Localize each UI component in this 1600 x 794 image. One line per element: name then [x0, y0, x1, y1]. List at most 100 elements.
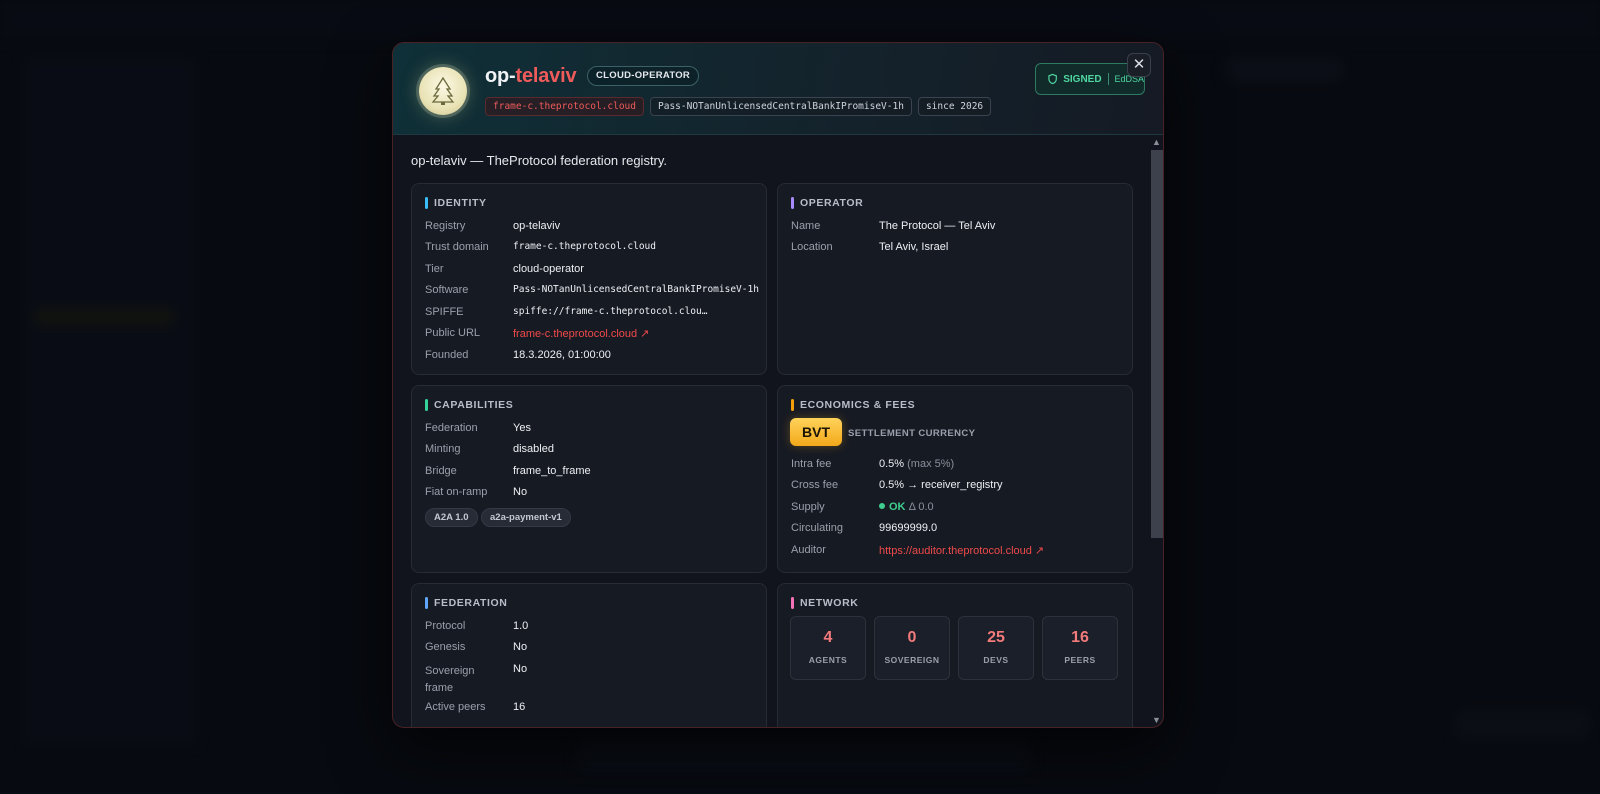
tree-icon — [431, 76, 455, 105]
scroll-down-arrow-icon[interactable]: ▼ — [1152, 715, 1161, 725]
signed-label: SIGNED — [1063, 73, 1102, 85]
row-label: Fiat on-ramp — [425, 486, 488, 498]
identity-row-founded: Founded 18.3.2026, 01:00:00 — [425, 349, 611, 361]
scrollbar-thumb[interactable] — [1151, 150, 1163, 538]
row-value: op-telaviv — [513, 220, 561, 232]
scroll-up-arrow-icon[interactable]: ▲ — [1152, 137, 1161, 147]
row-value: spiffe://frame-c.theprotocol.clou… — [513, 306, 708, 317]
row-label: Auditor — [791, 544, 826, 556]
federation-card: FEDERATION Protocol 1.0 Genesis No Soverei… — [411, 583, 767, 727]
status-dot-icon — [879, 503, 885, 509]
registry-modal: op-telaviv CLOUD-OPERATOR frame-c.thepro… — [392, 42, 1164, 728]
row-value: 16 — [513, 701, 526, 713]
title-suffix: telaviv — [515, 65, 577, 87]
stat-value: 25 — [987, 629, 1005, 646]
operator-row-name: Name The Protocol — Tel Aviv — [791, 220, 995, 232]
stat-value: 0 — [907, 629, 917, 646]
capabilities-row-bridge: Bridge frame_to_frame — [425, 465, 591, 477]
row-label: Tier — [425, 263, 444, 275]
row-value: disabled — [513, 443, 554, 455]
capability-tag: a2a-payment-v1 — [481, 508, 571, 527]
row-label: Bridge — [425, 465, 457, 477]
network-heading: NETWORK — [791, 597, 858, 609]
row-label: Trust domain — [425, 241, 489, 253]
registry-avatar — [419, 67, 467, 115]
identity-row-registry: Registry op-telaviv — [425, 220, 560, 232]
since-chip: since 2026 — [917, 97, 992, 116]
row-label: Supply — [791, 501, 825, 513]
capabilities-row-fiat: Fiat on-ramp No — [425, 486, 527, 498]
stat-agents: 4 AGENTS — [790, 616, 866, 680]
close-icon: ✕ — [1132, 56, 1146, 73]
operator-card: OPERATOR Name The Protocol — Tel Aviv Loc… — [777, 183, 1133, 375]
row-label: Software — [425, 284, 469, 296]
economics-row-auditor: Auditor https://auditor.theprotocol.cloud… — [791, 544, 1044, 557]
row-label: Active peers — [425, 701, 486, 713]
close-button[interactable]: ✕ — [1127, 53, 1151, 77]
economics-row-supply: Supply OK Δ 0.0 — [791, 501, 934, 513]
row-value: Tel Aviv, Israel — [879, 241, 949, 253]
economics-heading: ECONOMICS & FEES — [791, 399, 915, 411]
row-value: No — [513, 641, 528, 653]
economics-row-cross: Cross fee 0.5% → receiver_registry — [791, 479, 1003, 491]
title-prefix: op- — [485, 65, 516, 87]
capabilities-heading: CAPABILITIES — [425, 399, 513, 411]
identity-row-public-url: Public URL frame-c.theprotocol.cloud ↗ — [425, 327, 649, 340]
stat-label: DEVS — [983, 655, 1009, 665]
row-label: Location — [791, 241, 833, 253]
operator-heading: OPERATOR — [791, 197, 863, 209]
registry-description: op-telaviv — TheProtocol federation regi… — [411, 153, 668, 168]
identity-card: IDENTITY Registry op-telaviv Trust domain… — [411, 183, 767, 375]
stat-label: PEERS — [1064, 655, 1096, 665]
network-card: NETWORK 4 AGENTS 0 SOVEREIGN 25 DEVS 16 PEER… — [777, 583, 1133, 727]
registry-title: op-telaviv — [485, 65, 577, 88]
auditor-link[interactable]: https://auditor.theprotocol.cloud ↗ — [879, 544, 1044, 557]
row-label: Sovereign frame — [425, 665, 475, 694]
capability-tag: A2A 1.0 — [425, 508, 478, 527]
supply-delta: Δ 0.0 — [908, 501, 934, 513]
row-label: Registry — [425, 220, 466, 232]
software-chip: Pass-NOTanUnlicensedCentralBankIPromiseV… — [650, 97, 912, 116]
identity-row-spiffe: SPIFFE spiffe://frame-c.theprotocol.clou… — [425, 306, 707, 318]
cross-fee-value: 0.5% → receiver_registry — [879, 479, 1003, 491]
federation-row-protocol: Protocol 1.0 — [425, 620, 528, 632]
row-label: SPIFFE — [425, 306, 464, 318]
identity-row-tier: Tier cloud-operator — [425, 263, 584, 275]
row-value: No — [513, 663, 528, 675]
economics-row-intra: Intra fee 0.5% (max 5%) — [791, 458, 954, 470]
shield-icon — [1048, 73, 1057, 85]
row-value: Yes — [513, 422, 531, 434]
row-label: Circulating — [791, 522, 843, 534]
stat-sovereign: 0 SOVEREIGN — [874, 616, 950, 680]
circulating-value: 99699999.0 — [879, 522, 938, 534]
stat-label: SOVEREIGN — [884, 655, 940, 665]
row-value: 18.3.2026, 01:00:00 — [513, 349, 611, 361]
supply-status: OK — [889, 501, 906, 513]
public-url-link[interactable]: frame-c.theprotocol.cloud ↗ — [513, 327, 649, 340]
economics-card: ECONOMICS & FEES BVT SETTLEMENT CURRENCY… — [777, 385, 1133, 573]
capabilities-row-minting: Minting disabled — [425, 443, 554, 455]
row-value: Pass-NOTanUnlicensedCentralBankIPromiseV… — [513, 284, 759, 295]
stat-label: AGENTS — [808, 655, 848, 665]
row-label: Founded — [425, 349, 469, 361]
economics-row-circulating: Circulating 99699999.0 — [791, 522, 937, 534]
identity-row-trust-domain: Trust domain frame-c.theprotocol.cloud — [425, 241, 656, 253]
operator-row-location: Location Tel Aviv, Israel — [791, 241, 948, 253]
row-label: Protocol — [425, 620, 466, 632]
capabilities-card: CAPABILITIES Federation Yes Minting disabl… — [411, 385, 767, 573]
row-value: frame-c.theprotocol.cloud — [513, 241, 656, 252]
row-value: The Protocol — Tel Aviv — [879, 220, 996, 232]
stat-value: 16 — [1071, 629, 1089, 646]
modal-header: op-telaviv CLOUD-OPERATOR frame-c.thepro… — [393, 43, 1163, 135]
row-label: Genesis — [425, 641, 466, 653]
row-label: Name — [791, 220, 821, 232]
row-value: cloud-operator — [513, 263, 584, 275]
stat-peers: 16 PEERS — [1042, 616, 1118, 680]
federation-row-genesis: Genesis No — [425, 641, 527, 653]
capabilities-row-federation: Federation Yes — [425, 422, 531, 434]
stat-value: 4 — [823, 629, 833, 646]
federation-heading: FEDERATION — [425, 597, 507, 609]
identity-row-software: Software Pass-NOTanUnlicensedCentralBankI… — [425, 284, 759, 296]
row-value: 1.0 — [513, 620, 529, 632]
currency-badge: BVT — [790, 418, 842, 446]
